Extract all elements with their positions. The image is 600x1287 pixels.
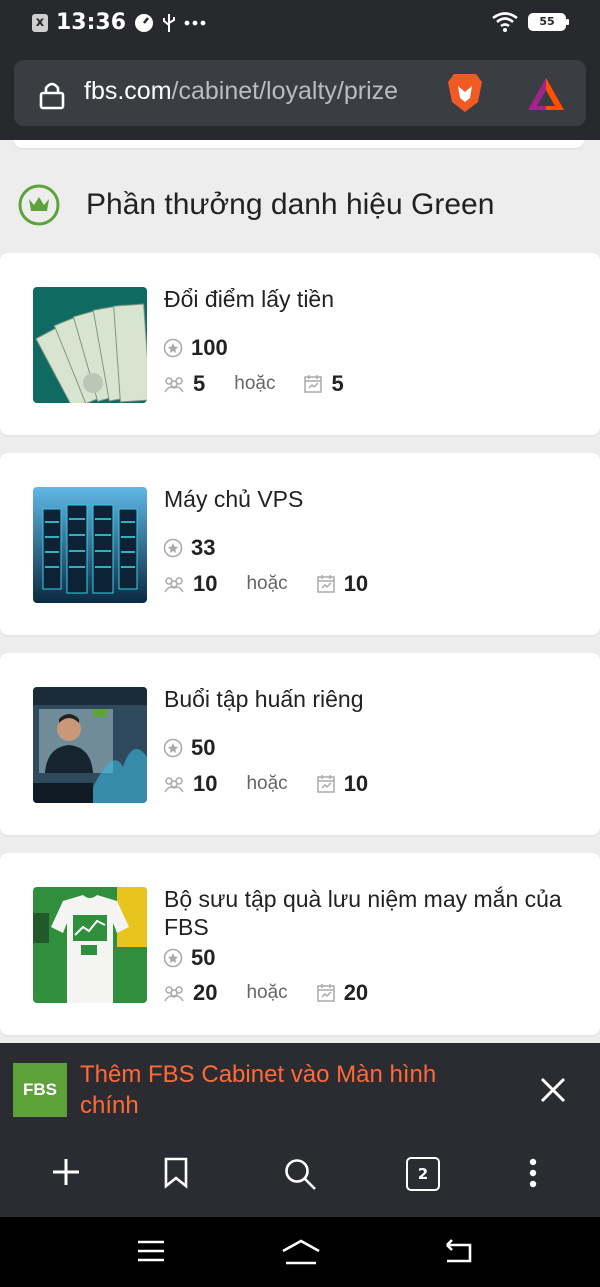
requirements-row: 5 hoặc 5 [163,371,344,397]
days-value: 10 [343,571,369,596]
referrals-value: 10 [193,571,218,596]
prize-image-servers [33,487,147,603]
status-left: x 13:36 [32,10,206,35]
section-header: Phần thưởng danh hiệu Green [18,184,494,226]
days-value: 10 [343,771,369,796]
section-title: Phần thưởng danh hiệu Green [86,188,495,221]
points-row: 33 [163,535,215,561]
prize-card[interactable]: Máy chủ VPS 33 10 hoặc 10 [0,453,600,635]
browser-toolbar: 2 [0,1137,600,1217]
previous-card-edge [14,140,584,148]
points-value: 33 [191,535,216,560]
referrals-icon [164,577,184,593]
prize-card[interactable]: Đổi điểm lấy tiền 100 5 hoặc 5 [0,253,600,435]
or-label: hoặc [246,573,288,594]
points-coin-icon [163,948,183,968]
points-value: 100 [191,335,228,360]
home-icon[interactable] [280,1239,322,1265]
calendar-icon [304,375,323,393]
wifi-icon [492,12,518,32]
more-notifications-icon [184,20,206,25]
prize-card[interactable]: Buổi tập huấn riêng 50 10 hoặc 10 [0,653,600,835]
referrals-icon [164,377,184,393]
referrals-icon [164,777,184,793]
referrals-value: 20 [193,980,218,1005]
brave-shield-icon[interactable] [446,72,484,114]
points-coin-icon [163,738,183,758]
close-icon[interactable] [538,1075,568,1105]
tab-switcher-button[interactable]: 2 [406,1157,440,1191]
or-label: hoặc [246,773,288,794]
calendar-icon [316,984,335,1002]
url-path: /cabinet/loyalty/prize [171,77,399,105]
calendar-icon [316,575,335,593]
lock-icon[interactable] [38,80,66,110]
requirements-row: 10 hoặc 10 [163,571,368,597]
prize-image-money [33,287,147,403]
system-navigation-bar [0,1217,600,1287]
referrals-icon [164,986,184,1002]
points-value: 50 [191,945,216,970]
bookmark-icon[interactable] [163,1157,189,1189]
speedometer-icon [135,13,154,32]
status-time: 13:36 [56,10,127,35]
days-value: 5 [331,371,344,396]
status-right: 55 [492,12,569,32]
usb-icon [163,13,176,32]
prize-image-merch [33,887,147,1003]
bat-rewards-icon[interactable] [526,76,566,112]
or-label: hoặc [246,982,288,1003]
prize-card[interactable]: Bộ sưu tập quà lưu niệm may mắn của FBS … [0,853,600,1035]
more-menu-icon[interactable] [526,1157,540,1189]
points-coin-icon [163,338,183,358]
page-content: Phần thưởng danh hiệu Green Đổi điểm lấy… [0,140,600,1043]
referrals-value: 10 [193,771,218,796]
prize-image-coach [33,687,147,803]
points-row: 50 [163,735,215,761]
url-text[interactable]: fbs.com/cabinet/loyalty/prize [84,77,441,106]
days-value: 20 [343,980,369,1005]
points-row: 50 [163,945,215,971]
battery-indicator: 55 [528,13,569,31]
prize-title: Máy chủ VPS [164,486,304,512]
search-icon[interactable] [283,1157,317,1191]
add-to-homescreen-text[interactable]: Thêm FBS Cabinet vào Màn hình chính [80,1059,490,1121]
address-bar[interactable]: fbs.com/cabinet/loyalty/prize [14,60,586,126]
url-domain: fbs.com [84,77,172,105]
points-value: 50 [191,735,216,760]
referrals-value: 5 [193,371,206,396]
status-bar: x 13:36 55 [0,0,600,48]
new-tab-plus-icon[interactable] [51,1157,81,1187]
fbs-logo: FBS [13,1063,67,1117]
notification-x-icon: x [32,13,48,32]
back-icon[interactable] [441,1239,473,1265]
prize-title: Bộ sưu tập quà lưu niệm may mắn của FBS [164,886,562,940]
browser-address-area: fbs.com/cabinet/loyalty/prize [0,48,600,140]
points-row: 100 [163,335,228,361]
requirements-row: 20 hoặc 20 [163,980,368,1006]
prize-title: Buổi tập huấn riêng [164,686,364,712]
or-label: hoặc [234,373,276,394]
requirements-row: 10 hoặc 10 [163,771,368,797]
recent-apps-icon[interactable] [136,1239,166,1263]
calendar-icon [316,775,335,793]
points-coin-icon [163,538,183,558]
add-to-homescreen-banner[interactable]: FBS Thêm FBS Cabinet vào Màn hình chính [0,1043,600,1137]
prize-title: Đổi điểm lấy tiền [164,286,335,312]
green-crown-icon [18,184,60,226]
